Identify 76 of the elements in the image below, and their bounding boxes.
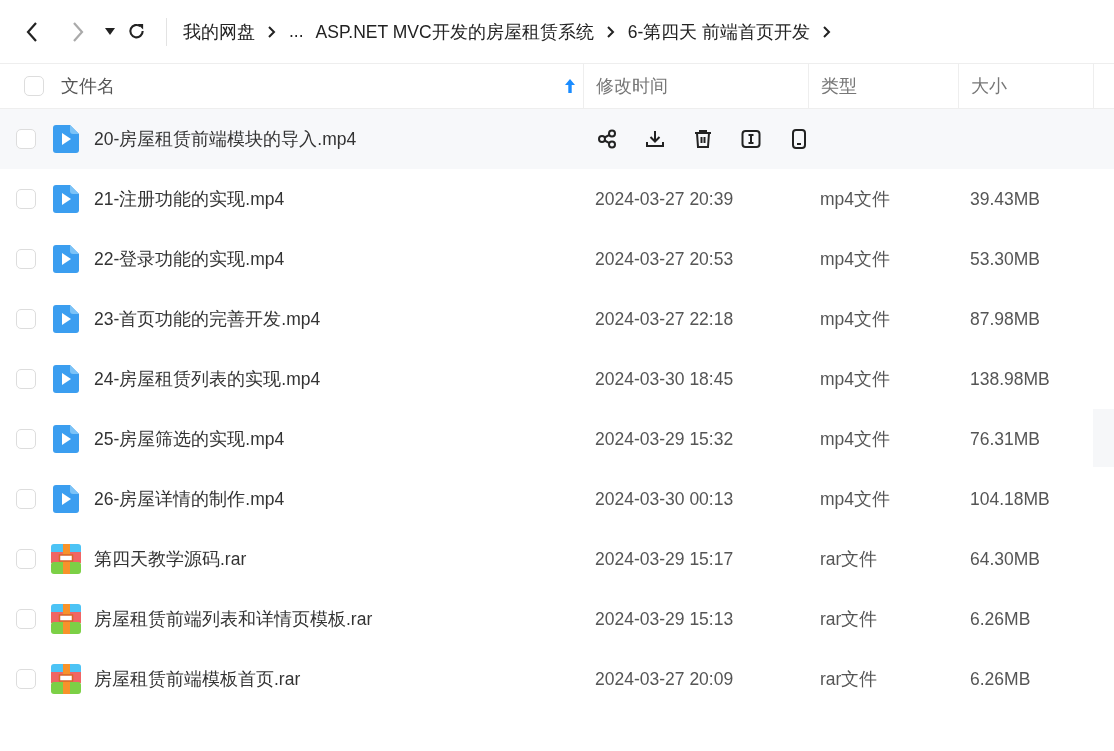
row-checkbox[interactable] [16, 189, 36, 209]
file-size: 53.30MB [969, 248, 1042, 270]
row-checkbox[interactable] [16, 429, 36, 449]
chevron-right-icon [605, 24, 616, 39]
modified-time: 2024-03-27 22:18 [594, 308, 735, 330]
row-checkbox[interactable] [16, 489, 36, 509]
chevron-right-icon [822, 24, 833, 39]
video-file-icon [53, 365, 79, 393]
modified-time: 2024-03-29 15:17 [594, 548, 735, 570]
breadcrumb-current: 6-第四天 前端首页开发 [627, 20, 811, 44]
row-checkbox[interactable] [16, 249, 36, 269]
video-file-icon [53, 305, 79, 333]
trash-icon[interactable] [693, 129, 713, 149]
archive-file-icon [51, 544, 81, 574]
file-name[interactable]: 20-房屋租赁前端模块的导入.mp4 [94, 127, 357, 151]
file-size: 64.30MB [969, 548, 1042, 570]
modified-time: 2024-03-27 20:53 [594, 248, 735, 270]
file-size: 87.98MB [969, 308, 1042, 330]
row-checkbox[interactable] [16, 669, 36, 689]
file-type: rar文件 [819, 668, 879, 691]
file-type: mp4文件 [819, 488, 892, 511]
modified-time: 2024-03-29 15:32 [594, 428, 735, 450]
file-type: mp4文件 [819, 368, 892, 391]
file-type: mp4文件 [819, 248, 892, 271]
video-file-icon [53, 425, 79, 453]
phone-icon[interactable] [789, 129, 809, 149]
file-size: 6.26MB [969, 608, 1032, 630]
modified-time: 2024-03-30 18:45 [594, 368, 735, 390]
archive-file-icon [51, 604, 81, 634]
file-size: 6.26MB [969, 668, 1032, 690]
breadcrumb-link[interactable]: 我的网盘 [183, 19, 255, 44]
column-header[interactable]: 文件名 [61, 74, 115, 98]
download-icon[interactable] [645, 129, 665, 149]
chevron-right-icon [267, 24, 277, 39]
video-file-icon [53, 185, 79, 213]
file-name[interactable]: 24-房屋租赁列表的实现.mp4 [94, 367, 321, 391]
breadcrumb-ellipsis[interactable]: ... [289, 21, 304, 42]
file-name[interactable]: 房屋租赁前端列表和详情页模板.rar [94, 607, 373, 631]
file-size: 76.31MB [969, 428, 1042, 450]
video-file-icon [53, 125, 79, 153]
video-file-icon [53, 245, 79, 273]
modified-time: 2024-03-27 20:39 [594, 188, 735, 210]
modified-time: 2024-03-27 20:09 [594, 668, 735, 690]
archive-file-icon [51, 664, 81, 694]
row-checkbox[interactable] [16, 609, 36, 629]
row-checkbox[interactable] [16, 129, 36, 149]
file-name[interactable]: 23-首页功能的完善开发.mp4 [94, 307, 321, 331]
file-type: mp4文件 [819, 188, 892, 211]
row-checkbox[interactable] [16, 309, 36, 329]
file-size: 39.43MB [969, 188, 1042, 210]
file-type: mp4文件 [819, 428, 892, 451]
file-name[interactable]: 房屋租赁前端模板首页.rar [94, 667, 301, 691]
file-name[interactable]: 25-房屋筛选的实现.mp4 [94, 427, 285, 451]
file-name[interactable]: 21-注册功能的实现.mp4 [94, 187, 285, 211]
row-checkbox[interactable] [16, 369, 36, 389]
file-size: 104.18MB [969, 488, 1051, 510]
share-icon[interactable] [597, 129, 617, 149]
file-row-highlight[interactable]: 20-房屋租赁前端模块的导入.mp4 [0, 109, 1114, 169]
file-size: 138.98MB [969, 368, 1051, 390]
rename-icon[interactable] [741, 129, 761, 149]
modified-time: 2024-03-29 15:13 [594, 608, 735, 630]
modified-time: 2024-03-30 00:13 [594, 488, 735, 510]
video-file-icon [53, 485, 79, 513]
sort-arrow-icon[interactable] [565, 79, 575, 93]
file-type: mp4文件 [819, 308, 892, 331]
file-name[interactable]: 26-房屋详情的制作.mp4 [94, 487, 285, 511]
file-name[interactable]: 第四天教学源码.rar [94, 547, 247, 571]
row-checkbox[interactable] [16, 549, 36, 569]
file-type: rar文件 [819, 548, 879, 571]
file-type: rar文件 [819, 608, 879, 631]
file-name[interactable]: 22-登录功能的实现.mp4 [94, 247, 285, 271]
column-header[interactable]: 类型 [821, 74, 857, 98]
column-header[interactable]: 大小 [971, 74, 1007, 98]
select-all-checkbox[interactable] [24, 76, 44, 96]
column-header[interactable]: 修改时间 [596, 74, 668, 98]
breadcrumb-link[interactable]: ASP.NET MVC开发的房屋租赁系统 [315, 19, 594, 44]
